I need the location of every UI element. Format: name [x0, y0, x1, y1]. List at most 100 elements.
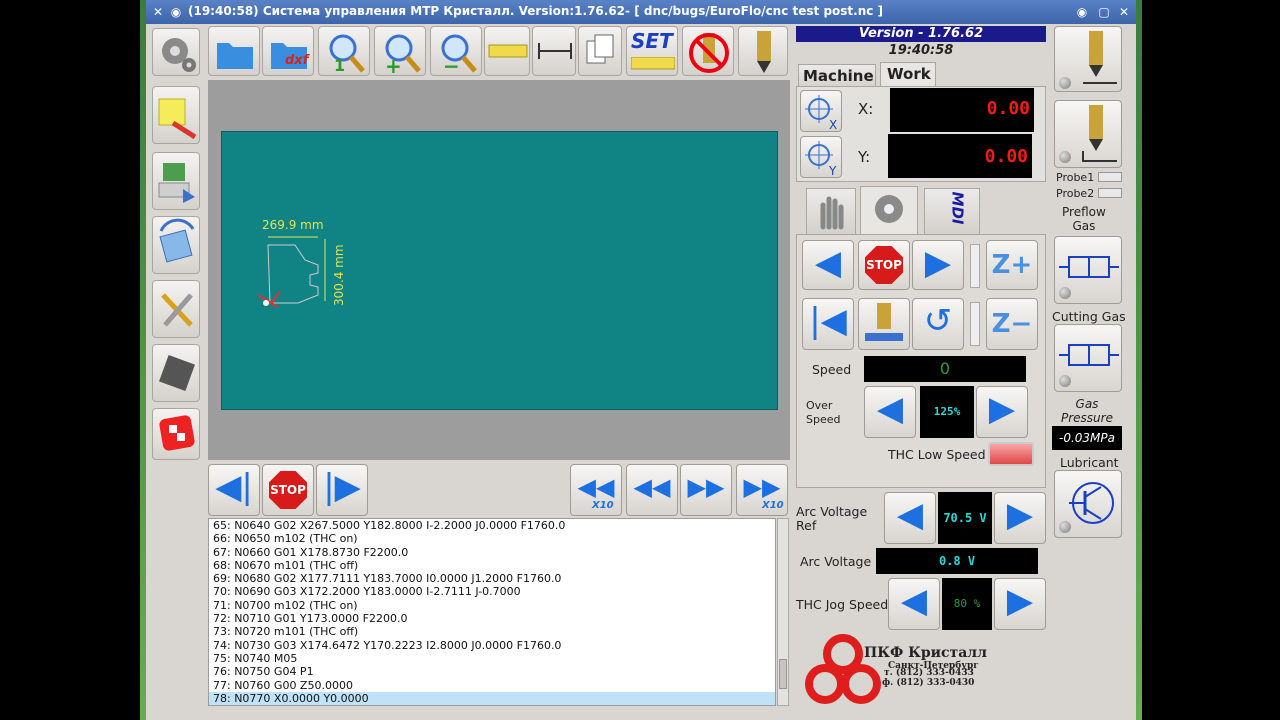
thc-low-speed-toggle[interactable] [988, 442, 1034, 466]
torch-button[interactable] [738, 26, 788, 76]
hardware-button[interactable] [152, 344, 200, 402]
transform-button[interactable] [152, 216, 200, 274]
z-up-button[interactable]: Z+ [986, 240, 1038, 290]
thc-jog-decrease-button[interactable]: ◀ [888, 578, 940, 630]
gcode-scrollbar[interactable] [777, 518, 789, 706]
title-bar[interactable]: ✕ ◉ (19:40:58) Система управления МТР Кр… [146, 0, 1136, 24]
avr-left-icon: ◀ [896, 495, 924, 535]
edit-program-button[interactable] [152, 86, 200, 144]
zero-x-button[interactable]: X [800, 90, 842, 132]
overspeed-right-icon: ▶ [988, 389, 1016, 429]
notepad-pencil-icon [158, 98, 197, 140]
window-menu-icon[interactable]: ✕ [150, 4, 166, 20]
gcode-line[interactable]: 66: N0650 m102 (THC on) [209, 532, 775, 545]
gcode-line[interactable]: 72: N0710 G01 Y173.0000 F2200.0 [209, 612, 775, 625]
zoom-out-button[interactable]: − [430, 26, 482, 77]
tab-work[interactable]: Work [880, 62, 936, 88]
set-zero-button[interactable]: SET [626, 26, 678, 76]
open-dxf-button[interactable]: dxf [262, 26, 314, 76]
zoom-out-icon: − [441, 34, 477, 77]
overspeed-increase-button[interactable]: ▶ [976, 386, 1028, 438]
z-slider-down[interactable] [970, 302, 980, 346]
jog-left-button[interactable]: ◀ [802, 240, 854, 290]
torch-height-probe-button[interactable] [1054, 100, 1122, 168]
gcode-line[interactable]: 77: N0760 G00 Z50.0000 [209, 679, 775, 692]
gcode-line[interactable]: 65: N0640 G02 X267.5000 Y182.8000 I-2.20… [209, 519, 775, 532]
arc-voltage-ref-display: 70.5 V [938, 492, 992, 544]
lubricant-led [1059, 521, 1071, 533]
settings-button[interactable] [152, 28, 200, 76]
torch-disable-button[interactable] [682, 26, 734, 76]
help-button[interactable] [152, 408, 200, 460]
probe1-indicator [1098, 172, 1122, 182]
gcode-line[interactable]: 76: N0750 G04 P1 [209, 665, 775, 678]
forward-x10-label: X10 [762, 500, 784, 511]
svg-text:Y: Y [828, 164, 837, 178]
forward-button[interactable]: ▶▶ [680, 464, 732, 516]
lifebuoy-icon [159, 415, 195, 451]
overspeed-decrease-button[interactable]: ◀ [864, 386, 916, 438]
jog-stop-label: STOP [866, 258, 902, 272]
gcode-line[interactable]: 73: N0720 m101 (THC off) [209, 625, 775, 638]
arc-voltage-ref-decrease-button[interactable]: ◀ [884, 492, 936, 544]
load-program-button[interactable] [152, 152, 200, 210]
arrow-right-icon: ▶ [924, 243, 952, 283]
preflow-gas-label: Preflow Gas [1062, 205, 1106, 233]
zero-y-button[interactable]: Y [800, 136, 842, 178]
tab-mdi[interactable]: MDI [924, 188, 980, 234]
jog-home-button[interactable]: |◀ [802, 298, 854, 350]
copy-button[interactable] [578, 26, 622, 76]
gcode-line[interactable]: 75: N0740 M05 [209, 652, 775, 665]
cutting-gas-led [1059, 375, 1071, 387]
program-stop-label: STOP [270, 483, 306, 497]
thc-jog-increase-button[interactable]: ▶ [994, 578, 1046, 630]
tab-auto[interactable] [860, 186, 918, 236]
return-button[interactable]: ↺ [912, 298, 964, 350]
magnifier-one-icon: 1 [329, 34, 365, 75]
tools-button[interactable] [152, 280, 200, 338]
tab-machine[interactable]: Machine [798, 64, 876, 88]
gcode-line[interactable]: 68: N0670 m101 (THC off) [209, 559, 775, 572]
open-file-button[interactable] [208, 26, 260, 76]
z-down-button[interactable]: Z− [986, 298, 1038, 350]
scrollbar-thumb[interactable] [779, 659, 787, 689]
step-back-button[interactable]: ◀| [208, 464, 260, 516]
arc-voltage-ref-increase-button[interactable]: ▶ [994, 492, 1046, 544]
avr-right-icon: ▶ [1006, 495, 1034, 535]
crosshair-y-icon: Y [805, 141, 837, 178]
gcode-line[interactable]: 69: N0680 G02 X177.7111 Y183.7000 I0.000… [209, 572, 775, 585]
set-ruler-icon [631, 57, 675, 70]
svg-text:X: X [829, 118, 837, 132]
jog-right-button[interactable]: ▶ [912, 240, 964, 290]
measure-button[interactable] [484, 26, 530, 76]
tab-manual[interactable] [806, 188, 856, 234]
torch-height-button[interactable] [858, 298, 910, 350]
close-icon[interactable]: ✕ [1116, 4, 1132, 20]
probe2-indicator [1098, 188, 1122, 198]
minimize-icon[interactable]: ◉ [1074, 4, 1090, 20]
gcode-line-current[interactable]: 78: N0770 X0.0000 Y0.0000 [209, 691, 775, 706]
jog-stop-button[interactable]: STOP [858, 240, 910, 290]
gcode-line[interactable]: 74: N0730 G03 X174.6472 Y170.2223 I2.800… [209, 639, 775, 652]
gcode-line[interactable]: 71: N0700 m102 (THC on) [209, 599, 775, 612]
preflow-gas-button[interactable] [1054, 236, 1122, 304]
z-slider-up[interactable] [970, 244, 980, 288]
start-button[interactable]: |▶ [316, 464, 368, 516]
rewind-button[interactable]: ◀◀ [626, 464, 678, 516]
gas-pressure-display: -0.03MPa [1052, 426, 1122, 450]
window-pin-icon[interactable]: ◉ [168, 4, 184, 20]
zoom-in-button[interactable]: + [374, 26, 426, 77]
folder-icon [217, 43, 253, 69]
cutting-gas-button[interactable] [1054, 324, 1122, 392]
dimension-button[interactable] [532, 26, 576, 76]
maximize-icon[interactable]: ▢ [1096, 4, 1112, 20]
rewind-x10-label: X10 [592, 500, 614, 511]
gcode-line[interactable]: 67: N0660 G01 X178.8730 F2200.0 [209, 546, 775, 559]
gcode-listing[interactable]: 65: N0640 G02 X267.5000 Y182.8000 I-2.20… [208, 518, 776, 706]
gcode-line[interactable]: 70: N0690 G03 X172.2000 Y183.0000 I-2.71… [209, 585, 775, 598]
program-stop-button[interactable]: STOP [262, 464, 314, 516]
torch-probe-button[interactable] [1054, 26, 1122, 92]
zoom-fit-button[interactable]: 1 [318, 26, 370, 76]
rotate-sheet-icon [159, 218, 195, 263]
lubricant-button[interactable] [1054, 470, 1122, 538]
